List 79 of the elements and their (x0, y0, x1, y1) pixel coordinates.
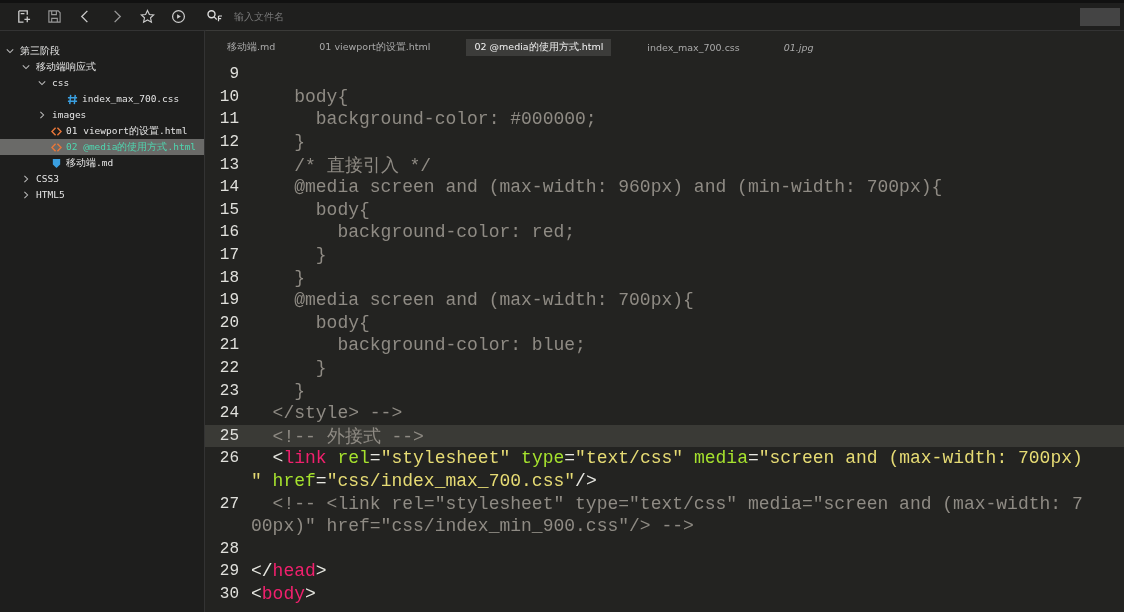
line-number: 9 (229, 65, 239, 84)
file-tree-item[interactable]: index_max_700.css (0, 91, 204, 107)
markdown-file-icon (51, 157, 62, 169)
code-line: <body> (251, 583, 316, 604)
file-name: 02 @media的使用方式.html (66, 140, 197, 154)
file-tab[interactable]: 移动端.md (219, 38, 284, 56)
line-number: 18 (219, 268, 239, 287)
line-number: 30 (219, 584, 239, 603)
line-number: 25 (219, 426, 239, 445)
line-number: 12 (219, 133, 239, 152)
star-icon[interactable] (140, 9, 155, 24)
play-circle-icon[interactable] (171, 9, 186, 24)
file-tab[interactable]: 02 @media的使用方式.html (466, 38, 612, 56)
line-number: 29 (219, 562, 239, 581)
hash-icon (67, 93, 78, 105)
file-name: HTML5 (36, 188, 65, 202)
file-tree-item[interactable]: 第三阶段 (0, 43, 204, 59)
line-number: 24 (219, 404, 239, 423)
code-line: 00px)" href="css/index_min_900.css"/> --> (251, 516, 694, 537)
code-line: " href="css/index_max_700.css"/> (251, 471, 597, 491)
line-number: 15 (219, 200, 239, 219)
line-number: 10 (219, 87, 239, 106)
line-number: 27 (219, 494, 239, 513)
code-line: } (293, 132, 305, 153)
code-line: body{ (314, 312, 370, 333)
file-name: CSS3 (36, 172, 59, 186)
line-number: 28 (219, 539, 239, 558)
save-icon[interactable] (47, 9, 62, 24)
code-line: </head> (251, 561, 327, 582)
line-number: 23 (219, 381, 239, 400)
chevron-right-icon[interactable] (38, 111, 46, 119)
code-line: background-color: red; (336, 222, 576, 243)
code-line: body{ (293, 86, 349, 107)
code-line: @media screen and (max-width: 700px){ (293, 290, 694, 311)
line-number: 22 (219, 359, 239, 377)
search-icon[interactable] (206, 9, 224, 23)
code-line: @media screen and (max-width: 960px) and (min-width: 700px){ (293, 177, 943, 198)
code-line: <link rel="stylesheet" type="text/css" media="screen and (max-width: 700px) (271, 448, 1083, 469)
file-tree-item[interactable]: 移动端.md (0, 155, 204, 171)
code-line: <!-- 外接式 --> (271, 425, 424, 448)
file-tree-item[interactable]: images (0, 107, 204, 123)
line-number: 20 (219, 313, 239, 332)
file-tab[interactable]: 01.jpg (775, 39, 822, 55)
code-line: <!-- <link rel="stylesheet" type="text/css" media="screen and (max-width: 7 (271, 493, 1083, 514)
line-number: 17 (219, 246, 239, 265)
new-file-icon[interactable] (16, 9, 31, 24)
file-search-field[interactable]: 输入文件名 (232, 9, 436, 23)
file-name: 移动端.md (66, 156, 114, 170)
code-line: body{ (314, 199, 370, 220)
file-name: images (52, 108, 87, 122)
line-number: 16 (219, 223, 239, 242)
code-line: background-color: #000000; (314, 109, 597, 130)
file-tab[interactable]: index_max_700.css (639, 39, 748, 55)
line-number: 19 (219, 291, 239, 310)
file-tab[interactable]: 01 viewport的设置.html (311, 38, 439, 56)
line-number: 11 (219, 110, 239, 129)
file-name: 移动端响应式 (36, 60, 96, 74)
code-line: } (314, 358, 327, 378)
code-line: } (293, 380, 305, 401)
file-tree-item[interactable]: 01 viewport的设置.html (0, 123, 204, 139)
line-number: 14 (219, 178, 239, 197)
file-name: 01 viewport的设置.html (66, 124, 188, 138)
code-line: /* 直接引入 */ (293, 154, 432, 177)
file-name: index_max_700.css (82, 92, 180, 106)
file-tree-item[interactable]: 移动端响应式 (0, 59, 204, 75)
code-line: </style> --> (271, 403, 403, 424)
file-tree-item[interactable]: HTML5 (0, 187, 204, 203)
file-name: 第三阶段 (20, 44, 60, 58)
line-number: 26 (219, 449, 239, 468)
file-tree-item[interactable]: CSS3 (0, 171, 204, 187)
file-tree-item[interactable]: css (0, 75, 204, 91)
code-line: } (293, 267, 305, 288)
code-brackets-icon (51, 125, 62, 137)
file-name: css (52, 76, 70, 90)
code-brackets-icon (51, 141, 62, 153)
code-line: } (314, 245, 327, 266)
line-number: 13 (219, 155, 239, 174)
code-line: background-color: blue; (336, 335, 586, 356)
line-number: 21 (219, 336, 239, 355)
